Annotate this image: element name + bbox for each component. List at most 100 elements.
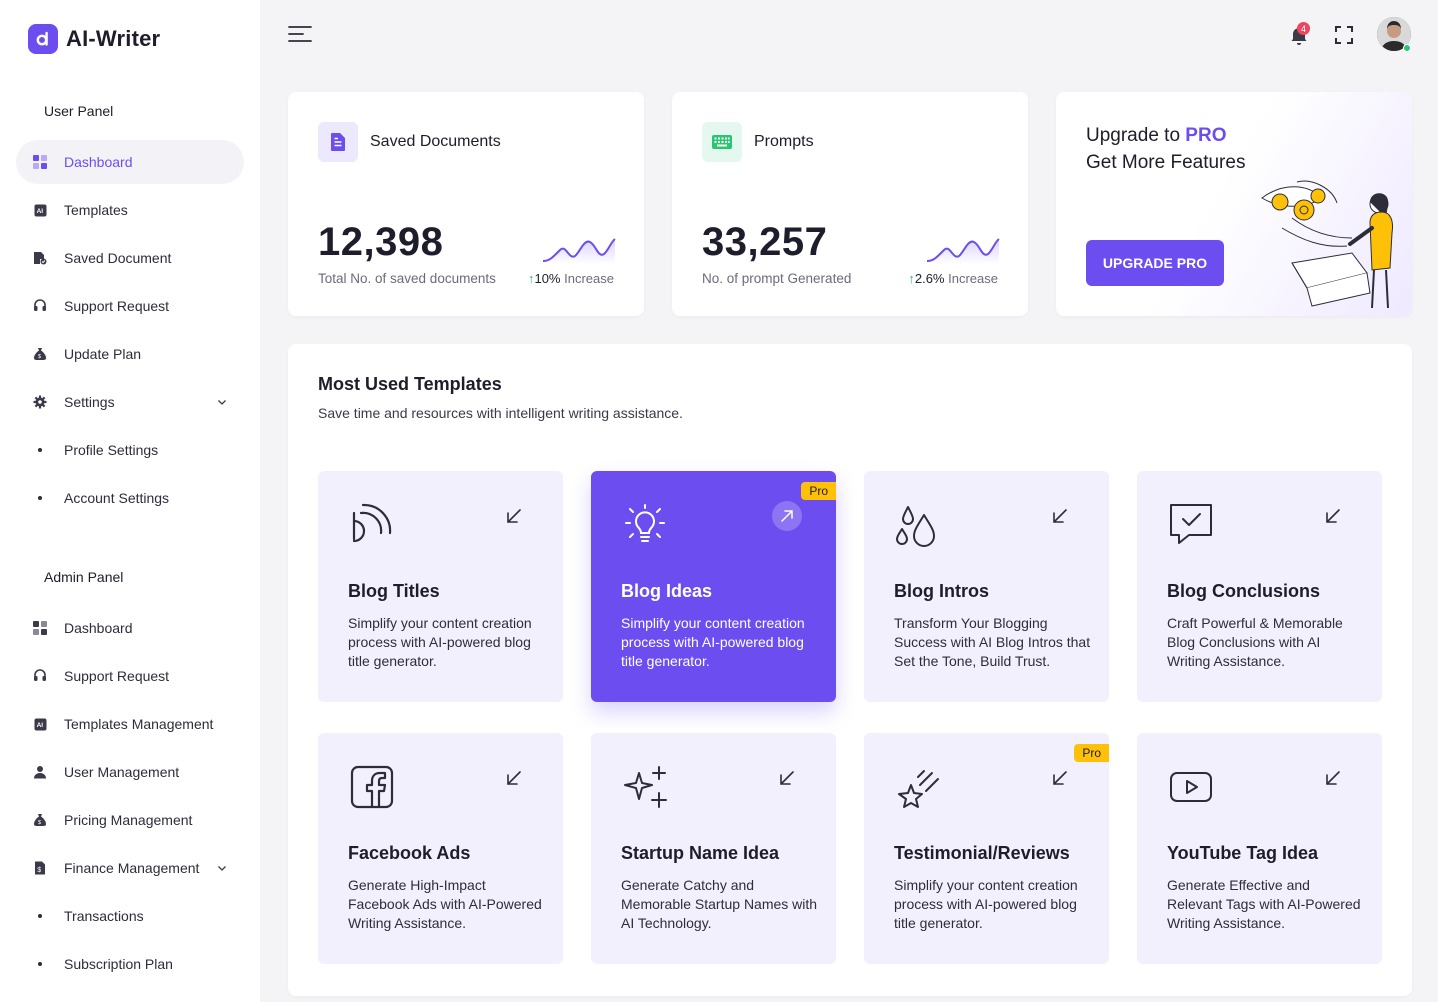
sidebar-item-update-plan[interactable]: $ Update Plan — [16, 332, 244, 376]
template-description: Generate Effective and Relevant Tags wit… — [1167, 877, 1361, 931]
sidebar-item-label: Dashboard — [64, 620, 133, 636]
upgrade-pro-button[interactable]: UPGRADE PRO — [1086, 240, 1224, 286]
video-play-icon — [1170, 772, 1212, 802]
sidebar-item-label: Support Request — [64, 298, 170, 314]
sidebar-item-pricing-management[interactable]: $ Pricing Management — [16, 798, 244, 842]
notification-badge: 4 — [1297, 22, 1310, 35]
arrow-down-left-icon[interactable] — [505, 507, 523, 525]
sidebar-item-dashboard[interactable]: Dashboard — [16, 140, 244, 184]
pro-badge: Pro — [801, 482, 836, 500]
arrow-down-left-icon[interactable] — [778, 769, 796, 787]
online-status-dot — [1403, 44, 1411, 52]
facebook-icon — [350, 765, 394, 809]
bullet-icon — [38, 448, 42, 452]
template-name: Testimonial/Reviews — [894, 843, 1070, 863]
arrow-down-left-icon[interactable] — [505, 769, 523, 787]
sidebar-item-support-request[interactable]: Support Request — [16, 284, 244, 328]
template-description: Simplify your content creation process w… — [894, 877, 1078, 931]
upgrade-promo-card: Upgrade to PRO Get More Features UPGRADE… — [1056, 92, 1412, 316]
money-bag-icon: $ — [33, 813, 47, 827]
stat-value: 33,257 — [702, 220, 828, 264]
sidebar-item-label: Transactions — [64, 908, 144, 924]
template-card-youtube-tag-idea[interactable]: YouTube Tag Idea Generate Effective and … — [1137, 733, 1382, 964]
sidebar-item-label: Subscription Plan — [64, 956, 173, 972]
keyboard-icon — [702, 122, 742, 162]
increase-label: Increase — [948, 271, 998, 286]
stat-subtitle: Total No. of saved documents — [318, 271, 496, 286]
arrow-down-left-icon[interactable] — [1324, 507, 1342, 525]
sidebar-item-label: Templates Management — [64, 716, 214, 732]
template-description: Generate High-Impact Facebook Ads with A… — [348, 877, 542, 931]
increase-label: Increase — [564, 271, 614, 286]
template-card-testimonial-reviews[interactable]: Pro Testimonial/Reviews Simplify your co… — [864, 733, 1109, 964]
template-card-facebook-ads[interactable]: Facebook Ads Generate High-Impact Facebo… — [318, 733, 563, 964]
bullet-icon — [38, 914, 42, 918]
sidebar-item-account-settings[interactable]: Account Settings — [16, 476, 244, 520]
arrow-down-left-icon[interactable] — [1324, 769, 1342, 787]
gear-icon — [33, 395, 47, 409]
template-card-blog-titles[interactable]: Blog Titles Simplify your content creati… — [318, 471, 563, 702]
document-check-icon — [33, 251, 47, 265]
template-description: Simplify your content creation process w… — [348, 615, 532, 669]
sidebar-item-label: Templates — [64, 202, 128, 218]
increase-value: 2.6% — [914, 271, 945, 286]
fullscreen-icon[interactable] — [1333, 24, 1355, 46]
sidebar-item-finance-management[interactable]: $ Finance Management — [16, 846, 244, 890]
template-description: Generate Catchy and Memorable Startup Na… — [621, 877, 818, 931]
template-name: Blog Conclusions — [1167, 581, 1320, 601]
headset-icon — [33, 669, 47, 683]
svg-text:AI: AI — [36, 722, 43, 729]
stat-subtitle: No. of prompt Generated — [702, 271, 852, 286]
sidebar-item-profile-settings[interactable]: Profile Settings — [16, 428, 244, 472]
increase-value: 10% — [534, 271, 561, 286]
arrow-down-left-icon[interactable] — [1051, 507, 1069, 525]
most-used-templates-panel: Most Used Templates Save time and resour… — [288, 344, 1412, 996]
arrow-down-left-icon[interactable] — [1051, 769, 1069, 787]
broadcast-icon — [352, 503, 392, 543]
template-card-startup-name-idea[interactable]: Startup Name Idea Generate Catchy and Me… — [591, 733, 836, 964]
sidebar-item-admin-support-request[interactable]: Support Request — [16, 654, 244, 698]
arrow-up-right-icon[interactable] — [772, 501, 802, 531]
message-check-icon — [1170, 504, 1212, 544]
headset-icon — [33, 299, 47, 313]
droplets-icon — [896, 506, 935, 547]
stat-card-prompts: Prompts 33,257 No. of prompt Generated ↑… — [672, 92, 1028, 316]
svg-text:$: $ — [38, 820, 41, 826]
template-name: Facebook Ads — [348, 843, 471, 863]
sidebar-item-label: Update Plan — [64, 346, 142, 362]
stat-card-saved-documents: Saved Documents 12,398 Total No. of save… — [288, 92, 644, 316]
template-name: Blog Ideas — [621, 581, 713, 601]
brand[interactable]: AI-Writer — [28, 24, 160, 54]
sidebar-item-label: User Management — [64, 764, 180, 780]
sidebar-item-templates-management[interactable]: AI Templates Management — [16, 702, 244, 746]
svg-text:$: $ — [38, 354, 41, 360]
sidebar-item-admin-dashboard[interactable]: Dashboard — [16, 606, 244, 650]
sidebar-item-templates[interactable]: AI Templates — [16, 188, 244, 232]
template-card-blog-conclusions[interactable]: Blog Conclusions Craft Powerful & Memora… — [1137, 471, 1382, 702]
sidebar-item-user-management[interactable]: User Management — [16, 750, 244, 794]
bullet-icon — [38, 962, 42, 966]
brand-logo-icon — [28, 24, 58, 54]
sidebar-item-label: Finance Management — [64, 860, 200, 876]
pro-badge: Pro — [1074, 744, 1109, 762]
template-card-blog-ideas[interactable]: Pro Blog Ideas Simplify your content cre… — [591, 471, 836, 702]
sidebar-item-label: Profile Settings — [64, 442, 159, 458]
chevron-down-icon — [216, 861, 228, 877]
promo-heading-prefix: Upgrade to — [1086, 125, 1186, 146]
template-name: Startup Name Idea — [621, 843, 780, 863]
sidebar-item-subscription-plan[interactable]: Subscription Plan — [16, 942, 244, 986]
sidebar-item-settings[interactable]: Settings — [16, 380, 244, 424]
menu-toggle-icon[interactable] — [288, 24, 312, 44]
dashboard-grid-icon — [33, 621, 47, 635]
brand-name: AI-Writer — [66, 26, 161, 51]
sidebar: AI-Writer User Panel Dashboard AI Templa… — [0, 0, 260, 1002]
promo-subheading: Get More Features — [1086, 152, 1246, 173]
template-description: Transform Your Blogging Success with AI … — [894, 615, 1091, 669]
sidebar-item-saved-document[interactable]: Saved Document — [16, 236, 244, 280]
sidebar-item-label: Pricing Management — [64, 812, 193, 828]
sidebar-item-label: Account Settings — [64, 490, 170, 506]
bullet-icon — [38, 496, 42, 500]
template-card-blog-intros[interactable]: Blog Intros Transform Your Blogging Succ… — [864, 471, 1109, 702]
sidebar-item-transactions[interactable]: Transactions — [16, 894, 244, 938]
stat-increase: ↑10% Increase — [528, 271, 614, 286]
